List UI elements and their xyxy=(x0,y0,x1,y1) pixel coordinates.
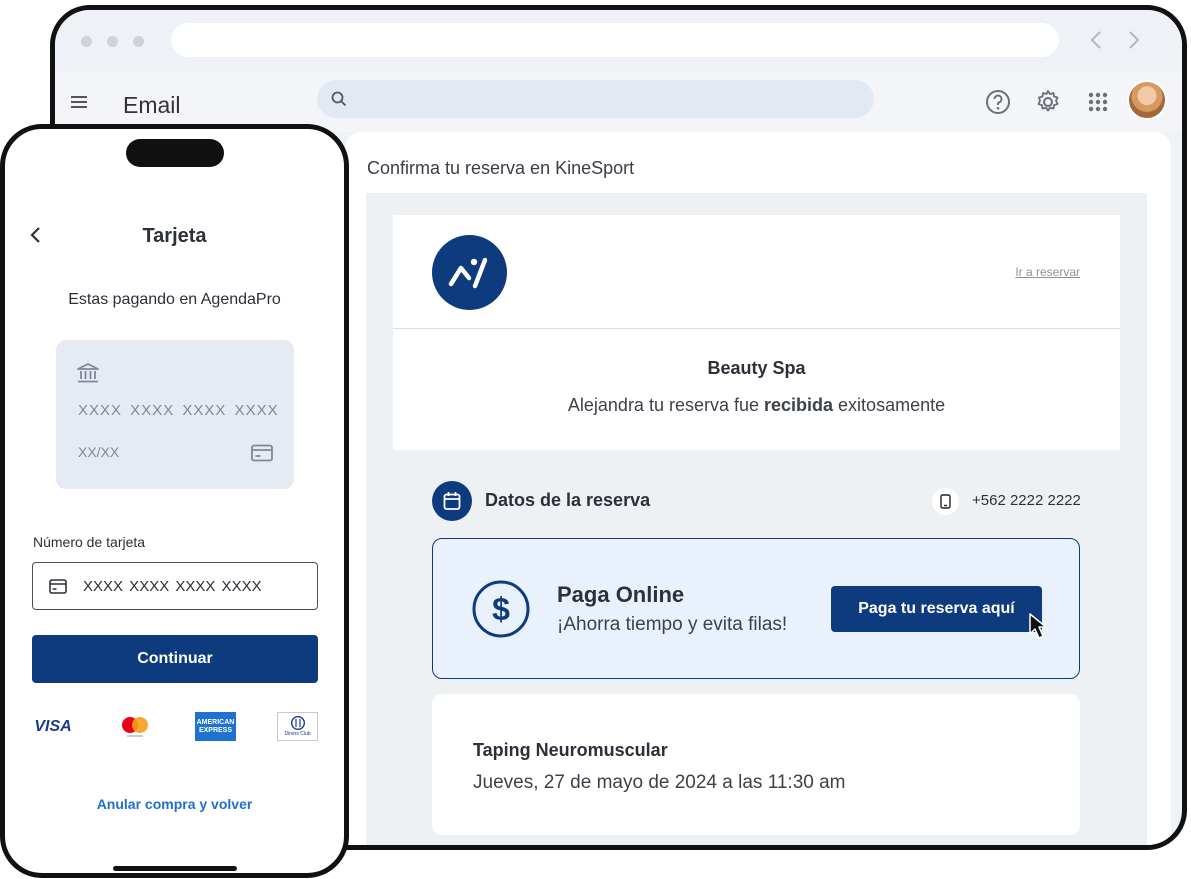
continue-button[interactable]: Continuar xyxy=(32,635,318,683)
pay-online-title: Paga Online xyxy=(557,582,685,607)
card-expiry-preview: XX/XX xyxy=(78,444,120,460)
amex-logo: AMERICAN EXPRESS xyxy=(195,712,236,741)
service-name: Taping Neuromuscular xyxy=(473,740,668,760)
visa-logo: VISA xyxy=(34,718,72,735)
paying-merchant-text: Estas pagando en AgendaPro xyxy=(68,291,281,308)
screen-title: Tarjeta xyxy=(142,225,207,247)
window-dot-minimize[interactable] xyxy=(107,36,118,47)
booking-email-card: Ir a reservar Beauty Spa Alejandra tu re… xyxy=(393,215,1120,845)
cancel-purchase-link[interactable]: Anular compra y volver xyxy=(5,796,344,812)
browser-toolbar xyxy=(55,10,1182,72)
card-number-label: Número de tarjeta xyxy=(33,534,146,550)
card-number-field[interactable] xyxy=(32,562,318,610)
dollar-icon: $ xyxy=(471,579,531,639)
pay-online-subtitle: ¡Ahorra tiempo y evita filas! xyxy=(557,614,788,635)
service-datetime: Jueves, 27 de mayo de 2024 a las 11:30 a… xyxy=(473,772,846,793)
email-body: Ir a reservar Beauty Spa Alejandra tu re… xyxy=(366,193,1147,845)
go-to-booking-link[interactable]: Ir a reservar xyxy=(1015,265,1080,279)
forward-chevron-icon[interactable] xyxy=(1121,28,1145,52)
service-card: Taping Neuromuscular Jueves, 27 de mayo … xyxy=(432,694,1080,835)
back-chevron-icon[interactable] xyxy=(1085,28,1109,52)
phone-notch xyxy=(126,139,224,167)
credit-card-icon xyxy=(251,444,273,467)
confirmation-message: Alejandra tu reserva fue recibida exitos… xyxy=(567,395,946,415)
help-icon[interactable] xyxy=(985,89,1011,115)
apps-grid-icon[interactable] xyxy=(1085,89,1111,115)
contact-phone[interactable]: +562 2222 2222 xyxy=(972,492,1081,509)
credit-card-icon xyxy=(49,579,67,599)
email-message-panel: Confirma tu reserva en KineSport Ir a re… xyxy=(345,132,1171,845)
email-app-header: Email xyxy=(55,72,1182,132)
gear-icon[interactable] xyxy=(1035,89,1061,115)
app-title: Email xyxy=(123,92,181,118)
email-card-header: Ir a reservar xyxy=(393,215,1120,329)
window-dot-close[interactable] xyxy=(81,36,92,47)
details-title: Datos de la reserva xyxy=(485,490,651,510)
email-intro: Beauty Spa Alejandra tu reserva fue reci… xyxy=(393,329,1120,450)
booking-details-section: Datos de la reserva +562 2222 2222 $ Pag… xyxy=(393,450,1120,845)
business-name: Beauty Spa xyxy=(707,358,806,378)
kinesport-logo xyxy=(432,235,507,310)
calendar-icon xyxy=(432,481,472,521)
search-icon xyxy=(331,91,347,107)
diners-club-logo: Diners Club xyxy=(277,712,318,741)
pay-online-box: $ Paga Online ¡Ahorra tiempo y evita fil… xyxy=(432,538,1080,679)
pay-reservation-button[interactable]: Paga tu reserva aquí xyxy=(831,586,1042,632)
bank-icon xyxy=(76,362,100,389)
cursor-icon xyxy=(1028,612,1050,645)
card-number-preview: XXXX XXXX XXXX XXXX xyxy=(78,402,279,419)
mastercard-logo xyxy=(117,712,153,742)
card-number-input[interactable] xyxy=(83,563,308,609)
mobile-phone-icon xyxy=(932,488,959,515)
menu-icon[interactable] xyxy=(69,92,89,112)
phone-device: Tarjeta Estas pagando en AgendaPro XXXX … xyxy=(0,124,349,878)
address-bar[interactable] xyxy=(171,23,1059,57)
window-dot-maximize[interactable] xyxy=(133,36,144,47)
card-preview: XXXX XXXX XXXX XXXX XX/XX xyxy=(56,340,294,489)
avatar[interactable] xyxy=(1127,80,1167,120)
search-bar[interactable] xyxy=(317,80,874,118)
home-indicator xyxy=(113,866,237,871)
email-subject: Confirma tu reserva en KineSport xyxy=(367,158,635,178)
svg-text:$: $ xyxy=(492,591,510,627)
